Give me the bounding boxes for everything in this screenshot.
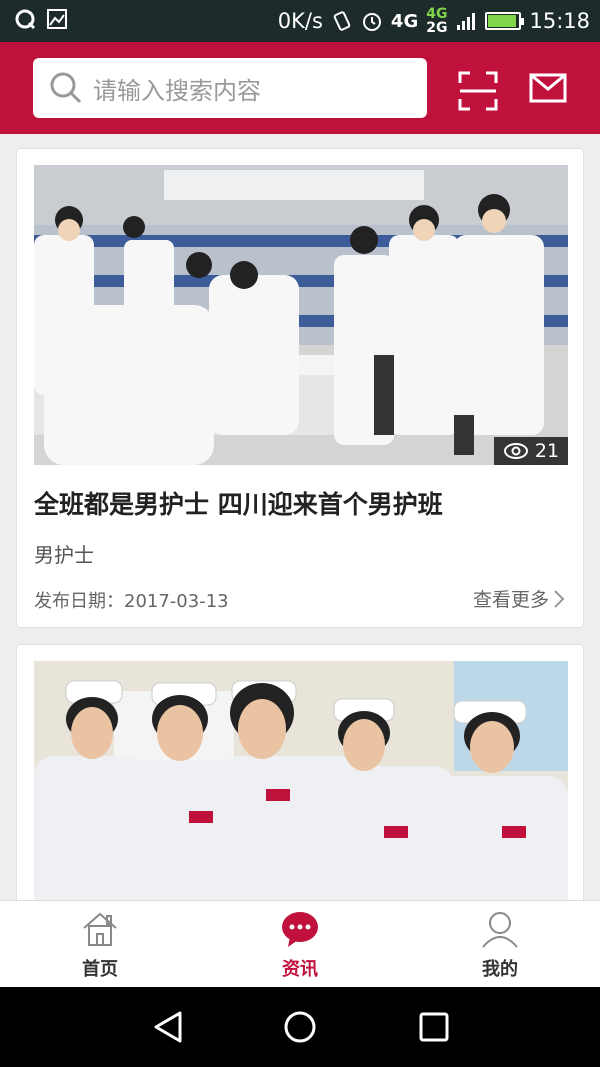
status-bar-left	[14, 8, 68, 30]
nav-news[interactable]: 资讯	[200, 901, 400, 988]
news-tag: 男护士	[34, 543, 94, 567]
chat-bubble-icon	[282, 912, 318, 947]
chevron-right-icon	[554, 589, 565, 608]
news-photo[interactable]	[34, 661, 568, 900]
status-bar: 0K/s 4G 4G 2G 15:18	[0, 0, 600, 42]
dual-network-indicator: 4G 2G	[426, 6, 448, 36]
image-notification-icon	[46, 8, 68, 30]
vibrate-icon	[331, 10, 353, 32]
news-list[interactable]: 21 全班都是男护士 四川迎来首个男护班 男护士 发布日期：2017-03-13…	[0, 134, 600, 900]
search-input[interactable]: 请输入搜索内容	[33, 58, 427, 118]
nav-news-label: 资讯	[282, 959, 318, 980]
news-photo[interactable]: 21	[34, 165, 568, 465]
nav-profile-label: 我的	[482, 959, 518, 980]
qq-notification-icon	[14, 8, 36, 30]
news-card[interactable]	[16, 644, 584, 900]
message-icon[interactable]	[529, 73, 567, 103]
search-icon	[50, 72, 82, 104]
publish-date: 发布日期：2017-03-13	[34, 587, 229, 613]
network-type: 4G	[390, 10, 419, 32]
scan-icon[interactable]	[458, 71, 498, 111]
news-card[interactable]: 21 全班都是男护士 四川迎来首个男护班 男护士 发布日期：2017-03-13…	[16, 148, 584, 628]
news-title[interactable]: 全班都是男护士 四川迎来首个男护班	[34, 485, 443, 521]
nav-home[interactable]: 首页	[0, 901, 200, 988]
nav-home-label: 首页	[82, 959, 118, 980]
signal-icon	[455, 10, 477, 32]
search-placeholder: 请输入搜索内容	[93, 76, 261, 105]
app-header: 请输入搜索内容	[0, 42, 600, 134]
bottom-navigation: 首页 资讯 我的	[0, 900, 600, 987]
status-bar-right: 0K/s 4G 4G 2G 15:18	[278, 6, 590, 36]
publish-date-value: 2017-03-13	[124, 591, 229, 612]
battery-icon	[485, 12, 525, 30]
view-more-link[interactable]: 查看更多	[473, 585, 565, 612]
view-count-badge: 21	[494, 437, 568, 465]
clock: 15:18	[529, 9, 590, 33]
system-navigation-bar	[0, 987, 600, 1067]
nav-profile[interactable]: 我的	[400, 901, 600, 988]
alarm-icon	[361, 10, 383, 32]
eye-icon	[503, 443, 528, 459]
view-more-label: 查看更多	[472, 589, 549, 611]
user-icon	[482, 912, 518, 948]
home-circle-icon[interactable]	[282, 1009, 318, 1045]
recent-apps-icon[interactable]	[416, 1009, 452, 1045]
back-icon[interactable]	[150, 1009, 186, 1045]
home-icon	[83, 912, 117, 946]
network-speed: 0K/s	[277, 9, 323, 33]
view-count: 21	[534, 440, 560, 462]
publish-date-label: 发布日期：	[34, 591, 124, 612]
